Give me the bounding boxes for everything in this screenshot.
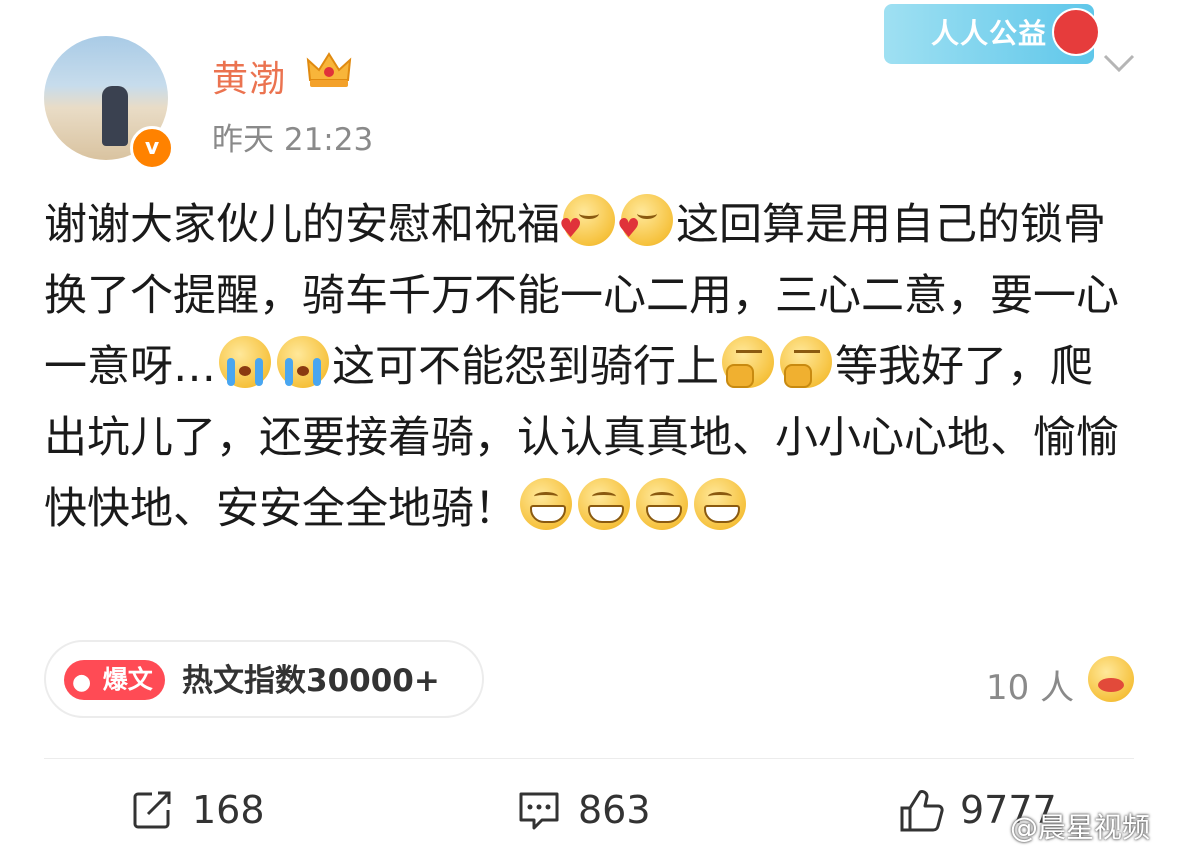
reaction-count[interactable]: 10 人	[986, 660, 1074, 709]
think-emoji-icon	[780, 336, 832, 388]
cry-emoji-icon	[219, 336, 271, 388]
verified-badge-icon: v	[130, 126, 174, 170]
avatar-figure	[102, 86, 128, 146]
repost-icon	[133, 791, 171, 829]
shy-emoji-icon	[559, 194, 615, 246]
grin-emoji-icon	[520, 478, 572, 530]
post-timestamp: 昨天 21:23	[212, 122, 374, 158]
divider	[44, 758, 1134, 759]
hot-index-text: 热文指数30000+	[182, 663, 440, 699]
grin-emoji-icon	[694, 478, 746, 530]
chevron-down-icon[interactable]	[1102, 50, 1136, 76]
repost-button[interactable]: 168	[130, 786, 280, 834]
post-text-segment: 谢谢大家伙儿的安慰和祝福	[44, 200, 560, 250]
blush-icon[interactable]	[1088, 656, 1134, 702]
cry-emoji-icon	[277, 336, 329, 388]
username[interactable]: 黄渤	[212, 50, 286, 102]
promo-banner[interactable]: 人人公益	[884, 4, 1100, 64]
thumbs-up-icon	[900, 790, 944, 832]
mascot-icon	[1052, 8, 1100, 56]
hot-badge-label: 爆文	[102, 665, 153, 694]
post-text-segment: 这可不能怨到骑行上	[332, 342, 719, 392]
hot-badge: ● 爆文	[64, 660, 165, 700]
comment-icon	[519, 792, 559, 830]
grin-emoji-icon	[578, 478, 630, 530]
think-emoji-icon	[722, 336, 774, 388]
comment-count: 863	[578, 788, 651, 832]
crown-icon	[306, 52, 352, 87]
promo-label: 人人公益	[930, 17, 1047, 50]
hot-index-pill[interactable]: ● 爆文 热文指数30000+	[44, 640, 484, 718]
flame-icon: ●	[72, 670, 92, 695]
post-body: 谢谢大家伙儿的安慰和祝福这回算是用自己的锁骨换了个提醒，骑车千万不能一心二用，三…	[44, 190, 1134, 545]
shy-emoji-icon	[617, 194, 673, 246]
comment-button[interactable]: 863	[516, 786, 666, 834]
repost-count: 168	[192, 788, 265, 832]
grin-emoji-icon	[636, 478, 688, 530]
watermark: @晨星视频	[1010, 811, 1151, 844]
